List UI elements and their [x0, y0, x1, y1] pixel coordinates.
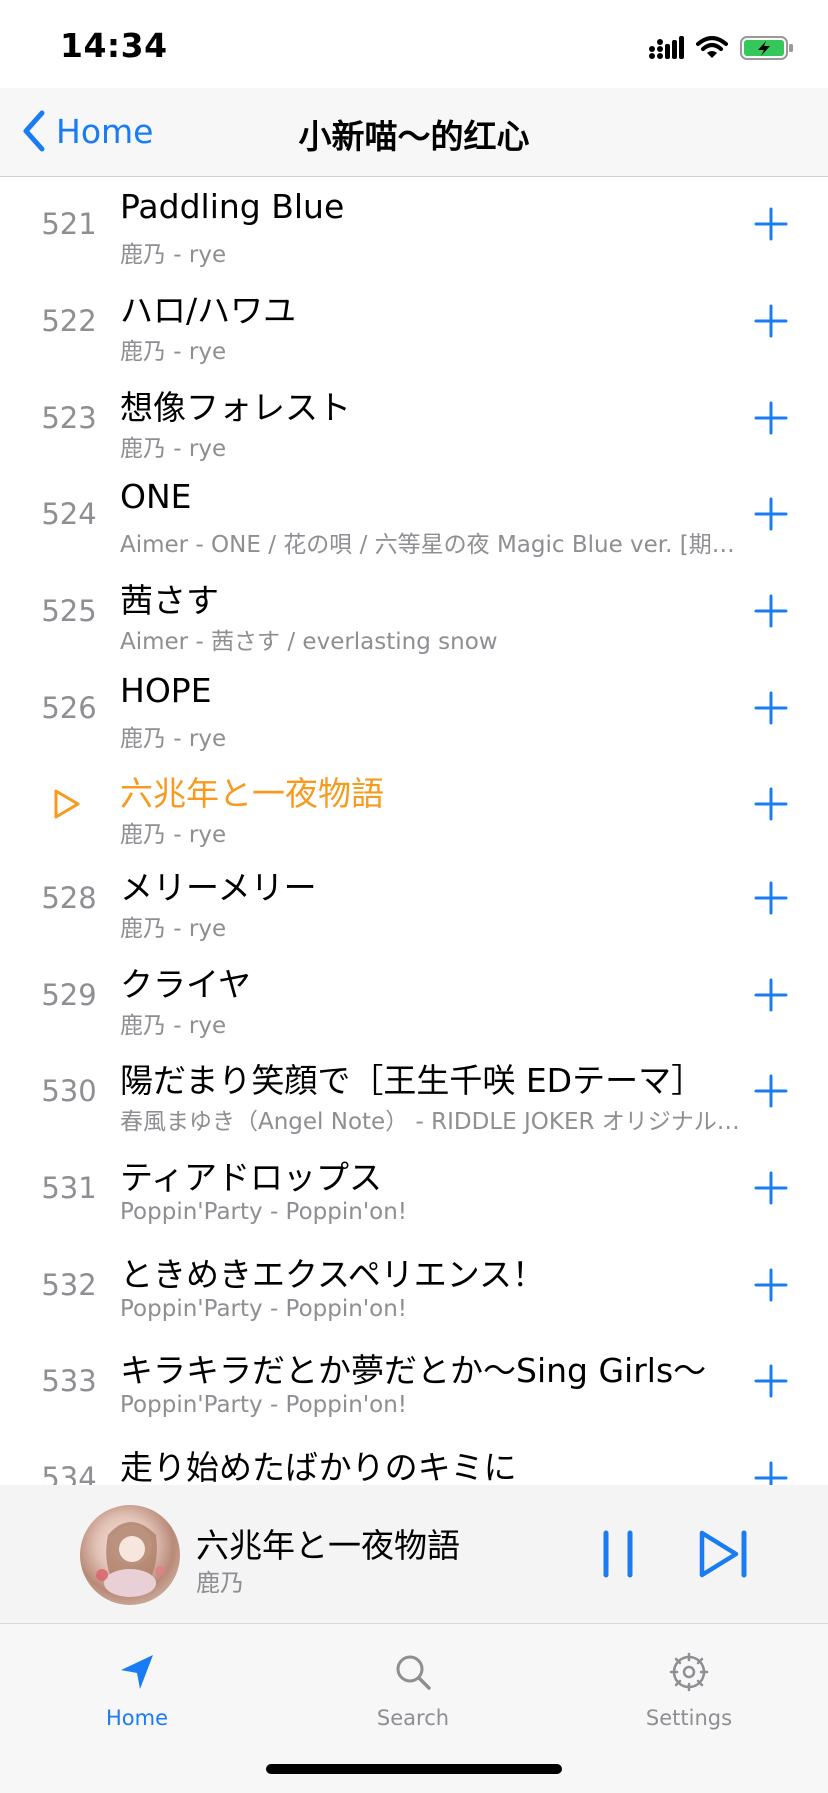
song-subtitle: 鹿乃 - rye [120, 242, 227, 268]
add-icon[interactable] [752, 689, 790, 727]
song-subtitle: Poppin'Party - Poppin'on! [120, 1296, 408, 1322]
tab-label: Home [105, 1706, 168, 1730]
track-number: 533 [41, 1364, 97, 1398]
album-artwork[interactable] [80, 1505, 180, 1605]
add-icon[interactable] [752, 1459, 790, 1485]
track-number: 521 [41, 207, 97, 241]
skip-forward-icon[interactable] [698, 1529, 750, 1579]
tab-label: Settings [645, 1706, 733, 1730]
add-icon[interactable] [752, 399, 790, 437]
track-number: 526 [41, 691, 97, 725]
add-icon[interactable] [752, 785, 790, 823]
track-number: 525 [41, 594, 97, 628]
cellular-signal-icon [649, 36, 684, 59]
song-row[interactable]: 532 ときめきエクスペリエンス！ Poppin'Party - Poppin'… [0, 1238, 828, 1334]
song-title: HOPE [120, 671, 212, 710]
add-icon[interactable] [752, 592, 790, 630]
song-subtitle: 鹿乃 - rye [120, 726, 227, 752]
tab-settings[interactable]: Settings [589, 1652, 789, 1730]
song-title: キラキラだとか夢だとか～Sing Girls～ [120, 1351, 707, 1390]
song-row[interactable]: 523 想像フォレスト 鹿乃 - rye [0, 371, 828, 467]
tab-search[interactable]: Search [313, 1652, 513, 1730]
add-icon[interactable] [752, 879, 790, 917]
song-title: ときめきエクスペリエンス！ [120, 1255, 546, 1294]
song-row[interactable]: 521 Paddling Blue 鹿乃 - rye [0, 177, 828, 273]
song-subtitle: Aimer - ONE / 花の唄 / 六等星の夜 Magic Blue ver… [120, 532, 745, 558]
song-title: ONE [120, 477, 192, 516]
song-row-now-playing[interactable]: 六兆年と一夜物語 鹿乃 - rye [0, 757, 828, 853]
song-row[interactable]: 525 茜さす Aimer - 茜さす / everlasting snow [0, 564, 828, 660]
status-bar: 14:34 [0, 0, 828, 88]
track-number: 530 [41, 1074, 97, 1108]
add-icon[interactable] [752, 1072, 790, 1110]
tab-label: Search [376, 1706, 450, 1730]
status-icons [648, 34, 794, 62]
track-number: 529 [41, 978, 97, 1012]
song-title: 想像フォレスト [120, 388, 351, 427]
song-row[interactable]: 531 ティアドロップス Poppin'Party - Poppin'on! [0, 1141, 828, 1237]
song-subtitle: 春風まゆき（Angel Note） - RIDDLE JOKER オリジナルサウ… [120, 1109, 745, 1135]
track-number: 534 [41, 1461, 97, 1485]
song-title: 六兆年と一夜物語 [120, 774, 384, 813]
song-title: 陽だまり笑顔で［王生千咲 EDテーマ］ [120, 1061, 705, 1100]
song-subtitle: Aimer - 茜さす / everlasting snow [120, 629, 498, 655]
battery-charging-icon [740, 36, 793, 60]
tab-home[interactable]: Home [37, 1652, 237, 1730]
song-row[interactable]: 522 ハロ/ハワユ 鹿乃 - rye [0, 274, 828, 370]
song-row[interactable]: 534 走り始めたばかりのキミに [0, 1431, 828, 1485]
song-list[interactable]: 521 Paddling Blue 鹿乃 - rye 522 ハロ/ハワユ 鹿乃… [0, 177, 828, 1485]
add-icon[interactable] [752, 1169, 790, 1207]
add-icon[interactable] [752, 1266, 790, 1304]
pause-icon[interactable] [598, 1529, 638, 1579]
location-arrow-icon [121, 1655, 153, 1689]
song-row[interactable]: 528 メリーメリー 鹿乃 - rye [0, 851, 828, 947]
add-icon[interactable] [752, 205, 790, 243]
search-icon [396, 1655, 431, 1690]
navigation-bar: Home 小新喵～的红心 [0, 88, 828, 177]
song-row[interactable]: 530 陽だまり笑顔で［王生千咲 EDテーマ］ 春風まゆき（Angel Note… [0, 1044, 828, 1140]
track-number: 532 [41, 1268, 97, 1302]
song-title: Paddling Blue [120, 187, 345, 226]
gear-icon [669, 1652, 709, 1692]
song-subtitle: 鹿乃 - rye [120, 339, 227, 365]
song-title: 走り始めたばかりのキミに [120, 1448, 517, 1485]
song-row[interactable]: 524 ONE Aimer - ONE / 花の唄 / 六等星の夜 Magic … [0, 467, 828, 563]
track-number: 531 [41, 1171, 97, 1205]
track-number: 523 [41, 401, 97, 435]
now-playing-artist: 鹿乃 [196, 1569, 244, 1597]
play-icon [54, 789, 80, 819]
track-number: 524 [41, 497, 97, 531]
status-time: 14:34 [60, 26, 168, 65]
song-row[interactable]: 529 クライヤ 鹿乃 - rye [0, 948, 828, 1044]
song-row[interactable]: 526 HOPE 鹿乃 - rye [0, 661, 828, 757]
now-playing-title: 六兆年と一夜物語 [196, 1526, 460, 1565]
song-subtitle: Poppin'Party - Poppin'on! [120, 1199, 408, 1225]
song-subtitle: 鹿乃 - rye [120, 822, 227, 848]
page-title: 小新喵～的红心 [298, 117, 530, 156]
song-row[interactable]: 533 キラキラだとか夢だとか～Sing Girls～ Poppin'Party… [0, 1334, 828, 1430]
add-icon[interactable] [752, 976, 790, 1014]
song-subtitle: 鹿乃 - rye [120, 916, 227, 942]
track-number: 528 [41, 881, 97, 915]
add-icon[interactable] [752, 302, 790, 340]
wifi-icon [696, 36, 728, 58]
add-icon[interactable] [752, 495, 790, 533]
song-title: ハロ/ハワユ [120, 291, 297, 330]
artwork-image [96, 1522, 165, 1597]
song-subtitle: 鹿乃 - rye [120, 436, 227, 462]
add-icon[interactable] [752, 1362, 790, 1400]
song-subtitle: 鹿乃 - rye [120, 1013, 227, 1039]
song-title: メリーメリー [120, 868, 317, 907]
song-title: ティアドロップス [120, 1158, 383, 1197]
song-title: 茜さす [120, 581, 219, 620]
home-indicator[interactable] [266, 1764, 562, 1774]
track-number: 522 [41, 304, 97, 338]
song-title: クライヤ [120, 965, 252, 1004]
song-subtitle: Poppin'Party - Poppin'on! [120, 1392, 408, 1418]
mini-player[interactable]: 六兆年と一夜物語 鹿乃 [0, 1485, 828, 1623]
